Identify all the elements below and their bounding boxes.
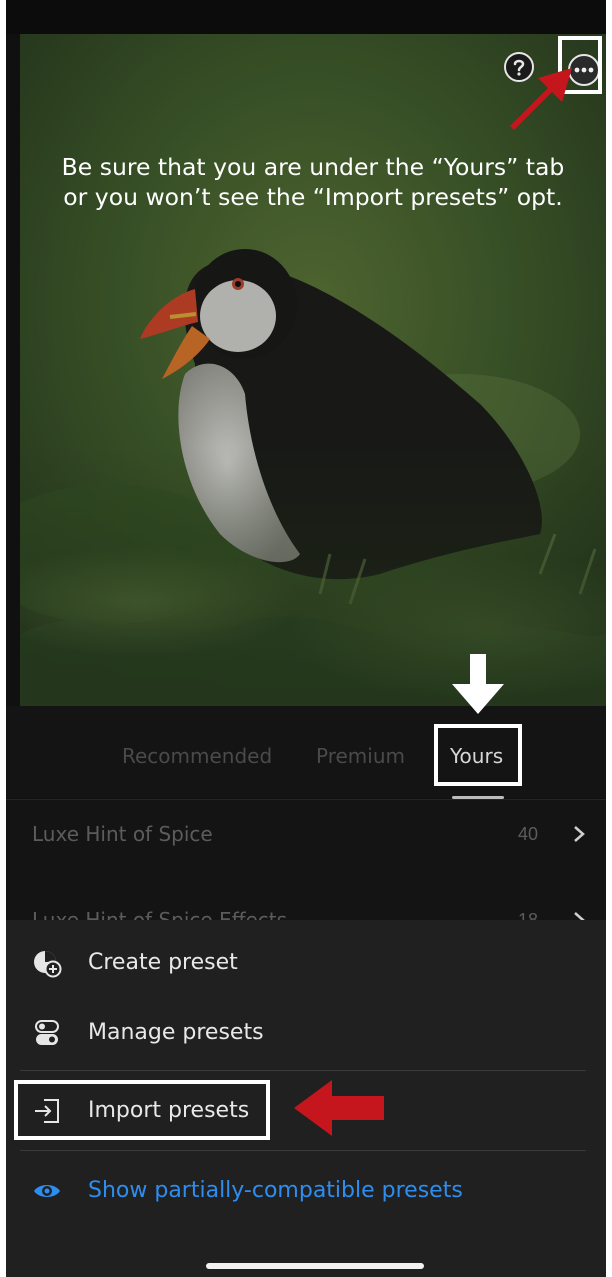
red-arrow-diagonal-icon xyxy=(510,68,572,130)
chevron-right-icon xyxy=(574,826,585,842)
eye-icon xyxy=(34,1185,60,1197)
preset-count: 40 xyxy=(518,824,539,844)
tab-premium[interactable]: Premium xyxy=(316,744,405,768)
import-presets-highlight xyxy=(14,1080,270,1140)
red-arrow-left-icon xyxy=(294,1080,384,1136)
white-arrow-down-icon xyxy=(452,654,504,714)
create-preset-item[interactable]: Create preset xyxy=(6,928,606,998)
home-indicator xyxy=(206,1263,424,1269)
manage-presets-icon xyxy=(35,1020,59,1045)
manage-presets-item[interactable]: Manage presets xyxy=(6,998,606,1068)
show-partially-compatible-item[interactable]: Show partially-compatible presets xyxy=(6,1156,606,1226)
show-partially-compatible-label: Show partially-compatible presets xyxy=(88,1178,463,1203)
caption-line-1: Be sure that you are under the “Yours” t… xyxy=(61,153,565,181)
menu-divider xyxy=(20,1150,586,1151)
list-item[interactable]: Luxe Hint of Spice 40 xyxy=(6,800,606,872)
app-screen: Be sure that you are under the “Yours” t… xyxy=(6,0,606,1277)
manage-presets-label: Manage presets xyxy=(88,1020,264,1045)
yours-tab-highlight xyxy=(434,724,522,786)
status-bar xyxy=(6,0,606,34)
menu-divider xyxy=(20,1070,586,1071)
tab-recommended[interactable]: Recommended xyxy=(122,744,272,768)
preset-name: Luxe Hint of Spice xyxy=(32,822,213,846)
caption-line-2: or you won’t see the “Import presets” op… xyxy=(63,183,563,211)
preset-list: Luxe Hint of Spice 40 Luxe Hint of Spice… xyxy=(6,800,606,932)
create-preset-label: Create preset xyxy=(88,950,238,975)
instruction-caption: Be sure that you are under the “Yours” t… xyxy=(20,152,606,212)
create-preset-icon xyxy=(34,951,62,978)
